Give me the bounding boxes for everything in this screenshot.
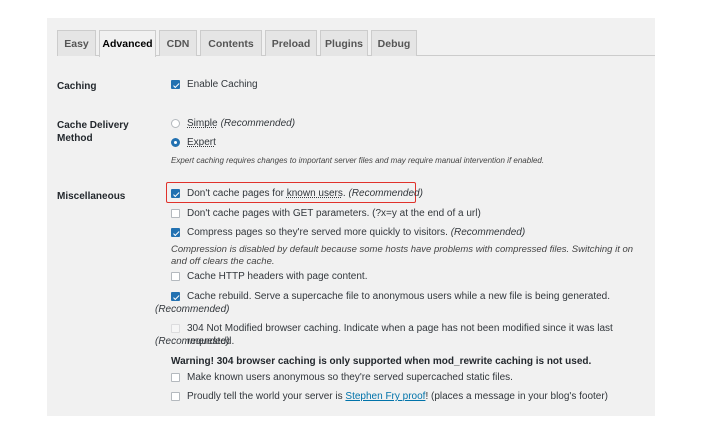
anonymous-users-option[interactable]: Make known users anonymous so they're se… (171, 371, 513, 384)
cache-rebuild-checkbox[interactable] (171, 292, 180, 301)
stephen-fry-checkbox[interactable] (171, 392, 180, 401)
anonymous-users-checkbox[interactable] (171, 373, 180, 382)
expert-caching-note: Expert caching requires changes to impor… (171, 156, 545, 165)
delivery-method-label-line2: Method (57, 133, 93, 144)
not-modified-note-row: (Recommended) (155, 335, 229, 348)
stephen-fry-link[interactable]: Stephen Fry proof (345, 391, 425, 402)
expert-label: Expert (187, 137, 216, 148)
tab-easy[interactable]: Easy (57, 30, 96, 56)
stephen-fry-label: Proudly tell the world your server is St… (187, 390, 608, 403)
compress-text: Compress pages so they're served more qu… (187, 227, 451, 238)
settings-panel: Easy Advanced CDN Contents Preload Plugi… (47, 18, 655, 416)
http-headers-option[interactable]: Cache HTTP headers with page content. (171, 270, 367, 283)
stephen-fry-prefix: Proudly tell the world your server is (187, 391, 346, 402)
tab-contents[interactable]: Contents (200, 30, 262, 56)
compression-note: Compression is disabled by default becau… (171, 244, 634, 267)
expert-option[interactable]: Expert (171, 136, 216, 149)
get-params-label: Don't cache pages with GET parameters. (… (187, 208, 481, 219)
known-users-recommended-note: (Recommended) (348, 188, 423, 199)
tab-preload[interactable]: Preload (265, 30, 317, 56)
get-params-option[interactable]: Don't cache pages with GET parameters. (… (171, 207, 481, 220)
anonymous-users-label: Make known users anonymous so they're se… (187, 372, 513, 383)
cache-rebuild-recommended-note: (Recommended) (155, 304, 230, 315)
compress-option[interactable]: Compress pages so they're served more qu… (171, 226, 525, 239)
stephen-fry-option[interactable]: Proudly tell the world your server is St… (171, 390, 608, 403)
cache-rebuild-option[interactable]: Cache rebuild. Serve a supercache file t… (171, 290, 662, 303)
delivery-method-label: Cache Delivery Method (57, 119, 129, 145)
cache-rebuild-note-row: (Recommended) (155, 303, 229, 316)
not-modified-recommended-note: (Recommended) (155, 336, 230, 347)
simple-option[interactable]: Simple (Recommended) (171, 117, 295, 130)
simple-label: Simple (187, 118, 218, 129)
expert-radio[interactable] (171, 138, 180, 147)
stephen-fry-suffix: ! (places a message in your blog's foote… (425, 391, 609, 402)
not-modified-checkbox[interactable] (171, 324, 180, 333)
known-users-checkbox[interactable] (171, 189, 180, 198)
known-users-option[interactable]: Don't cache pages for known users. (Reco… (171, 187, 423, 200)
compress-checkbox[interactable] (171, 228, 180, 237)
known-users-prefix: Don't cache pages for (187, 188, 287, 199)
tab-debug[interactable]: Debug (371, 30, 417, 56)
http-headers-checkbox[interactable] (171, 272, 180, 281)
compress-label: Compress pages so they're served more qu… (187, 226, 525, 239)
tab-cdn[interactable]: CDN (159, 30, 197, 56)
browser-caching-warning: Warning! 304 browser caching is only sup… (171, 356, 592, 367)
simple-recommended-note: (Recommended) (220, 118, 296, 129)
enable-caching-option[interactable]: Enable Caching (171, 78, 258, 91)
tab-bar: Easy Advanced CDN Contents Preload Plugi… (57, 26, 655, 57)
tab-advanced[interactable]: Advanced (99, 30, 156, 57)
cache-rebuild-text: Cache rebuild. Serve a supercache file t… (187, 291, 611, 302)
enable-caching-label: Enable Caching (187, 79, 258, 90)
miscellaneous-label: Miscellaneous (57, 191, 126, 202)
known-users-term: known users (286, 188, 343, 199)
not-modified-option[interactable]: 304 Not Modified browser caching. Indica… (171, 322, 662, 348)
caching-label: Caching (57, 81, 97, 92)
known-users-label: Don't cache pages for known users. (Reco… (187, 187, 423, 200)
enable-caching-checkbox[interactable] (171, 80, 180, 89)
http-headers-label: Cache HTTP headers with page content. (187, 271, 368, 282)
tab-plugins[interactable]: Plugins (320, 30, 368, 56)
simple-radio[interactable] (171, 119, 180, 128)
get-params-checkbox[interactable] (171, 209, 180, 218)
not-modified-text: 304 Not Modified browser caching. Indica… (187, 323, 613, 347)
delivery-method-label-line1: Cache Delivery (57, 120, 129, 131)
compress-recommended-note: (Recommended) (450, 227, 526, 238)
